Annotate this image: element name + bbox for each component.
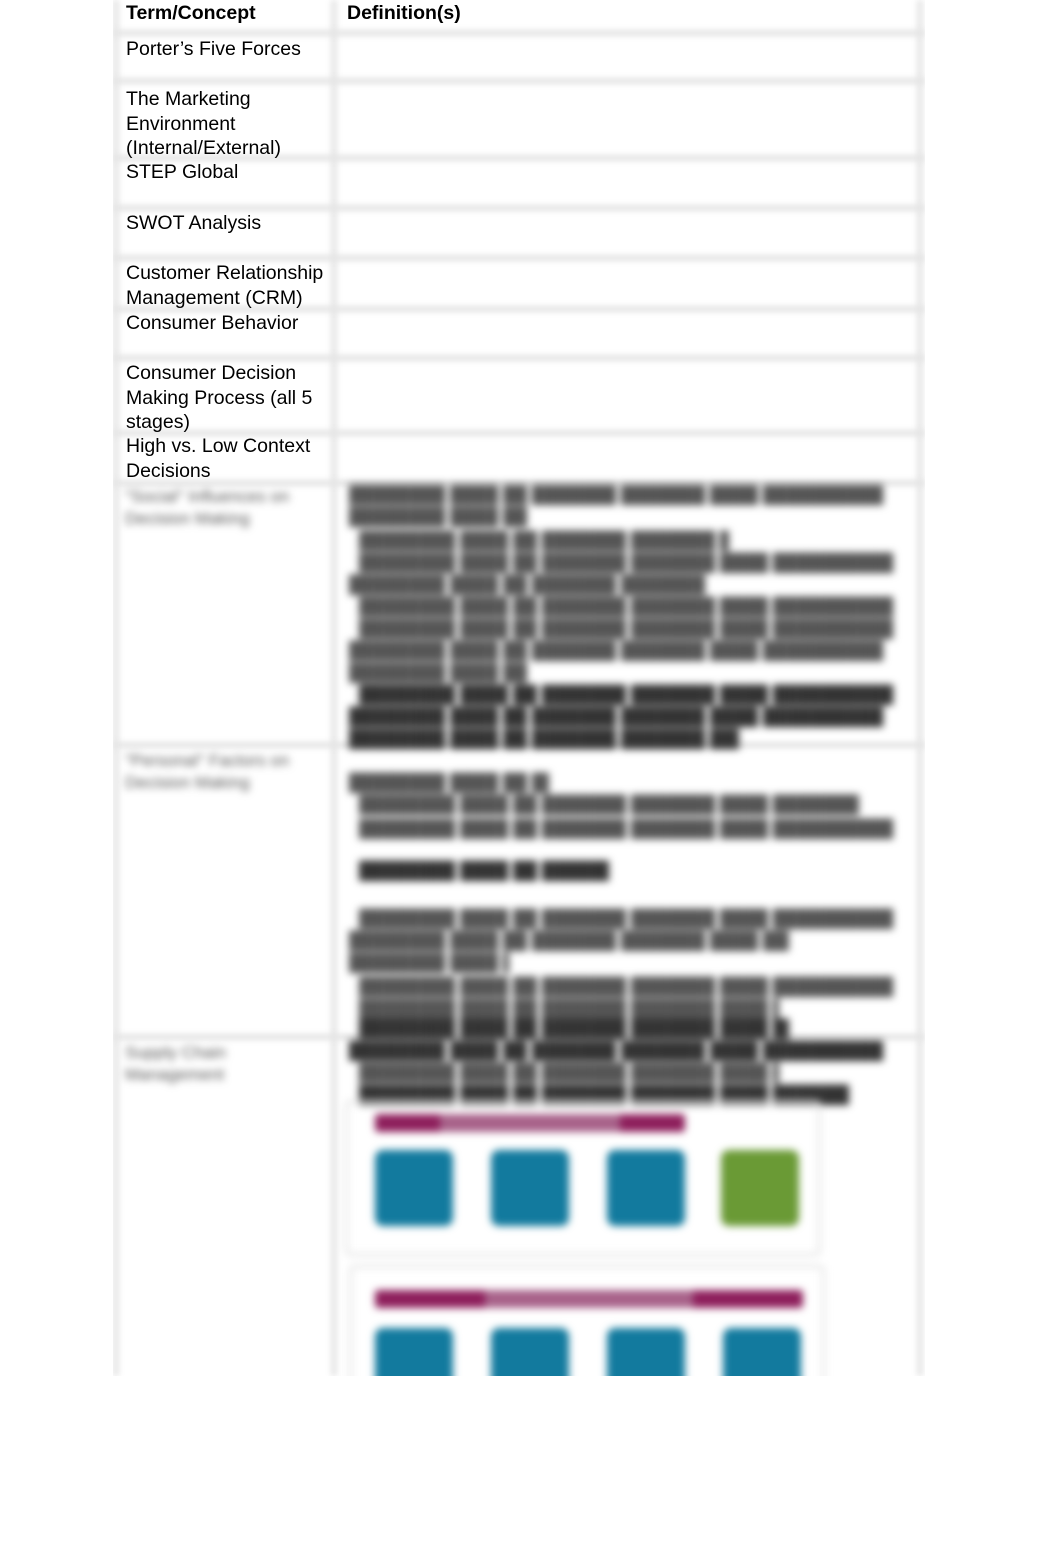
term-cell: High vs. Low Context Decisions [126, 435, 311, 482]
diagram-final-step-box [721, 1150, 799, 1226]
blurred-line: ████████ ████ ██ ███████ ███████ ████ ██… [359, 685, 894, 704]
diagram-step-box [607, 1328, 685, 1376]
blurred-line: ████████ ████ ██ ███████ ███████ ████ ██… [349, 575, 709, 594]
blurred-term: "Social" Influences on Decision Making [125, 487, 290, 528]
blurred-preview: "Social" Influences on Decision Making █… [113, 480, 925, 1376]
blurred-line: ████████ ████ ██ ███████ ███████ ████ ██… [349, 641, 884, 660]
term-cell: STEP Global [126, 161, 239, 183]
term-cell: Porter’s Five Forces [126, 38, 301, 60]
blurred-line: ████████ ████ ██ ███████ ███████ ████ ██… [359, 977, 894, 996]
diagram-step-box [491, 1150, 569, 1226]
document-page: Term/Concept Definition(s) Porter’s Five… [113, 0, 925, 1376]
term-cell: SWOT Analysis [126, 212, 262, 234]
diagram-banner [375, 1290, 803, 1308]
blurred-line: ████████ ████ ██ ███████ ███████ ████ ██… [349, 485, 884, 504]
blurred-line: ████████ ████ ██ ███████ ███████ ████ ██… [359, 861, 609, 880]
blurred-term: "Personal" Factors on Decision Making [125, 751, 290, 792]
term-cell: Consumer Decision Making Process (all 5 … [126, 362, 313, 433]
blurred-line: ████████ ████ ██ ███████ ███████ ████ ██… [349, 707, 884, 726]
blurred-line: ████████ ████ ██ ███████ ███████ ████ ██… [349, 729, 739, 748]
blurred-line: ████████ ████ ██ ███████ ███████ ████ ██… [359, 619, 894, 638]
blurred-line: ████████ ████ ██ ███████ ███████ ████ ██… [359, 819, 894, 838]
blurred-line: ████████ ████ ██ ███████ ███████ ████ ██… [349, 773, 549, 792]
diagram-step-box [723, 1328, 801, 1376]
row-divider [113, 30, 925, 36]
blurred-line: ████████ ████ ██ ███████ ███████ ████ ██… [349, 507, 529, 526]
blurred-line: ████████ ████ ██ ███████ ███████ ████ ██… [359, 795, 859, 814]
diagram-step-box [375, 1150, 453, 1226]
blurred-line: ████████ ████ ██ ███████ ███████ ████ ██… [349, 931, 789, 950]
header-term-concept: Term/Concept [126, 2, 256, 24]
row-divider [113, 78, 925, 84]
term-cell: Customer Relationship Management (CRM) [126, 262, 324, 309]
blurred-line: ████████ ████ ██ ███████ ███████ ████ ██… [359, 1019, 789, 1038]
blurred-line: ████████ ████ ██ ███████ ███████ ████ ██… [359, 1063, 779, 1082]
blurred-line: ████████ ████ ██ ███████ ███████ ████ ██… [349, 663, 529, 682]
blurred-line: ████████ ████ ██ ███████ ███████ ████ ██… [349, 1041, 884, 1060]
blurred-line: ████████ ████ ██ ███████ ███████ ████ ██… [359, 597, 894, 616]
term-cell: Consumer Behavior [126, 312, 299, 334]
blurred-line: ████████ ████ ██ ███████ ███████ ████ ██… [349, 953, 509, 972]
blurred-line: ████████ ████ ██ ███████ ███████ ████ ██… [359, 999, 779, 1018]
blurred-line: ████████ ████ ██ ███████ ███████ ████ ██… [359, 909, 894, 928]
blurred-term: Supply Chain Management [125, 1043, 227, 1084]
header-definitions: Definition(s) [347, 2, 461, 24]
diagram-step-box [375, 1328, 453, 1376]
diagram-banner [375, 1114, 685, 1132]
blurred-line: ████████ ████ ██ ███████ ███████ ████ ██… [359, 553, 894, 572]
blurred-line: ████████ ████ ██ ███████ ███████ ████ ██… [359, 531, 729, 550]
diagram-step-box [607, 1150, 685, 1226]
term-cell: The Marketing Environment (Internal/Exte… [126, 88, 281, 159]
diagram-step-box [491, 1328, 569, 1376]
